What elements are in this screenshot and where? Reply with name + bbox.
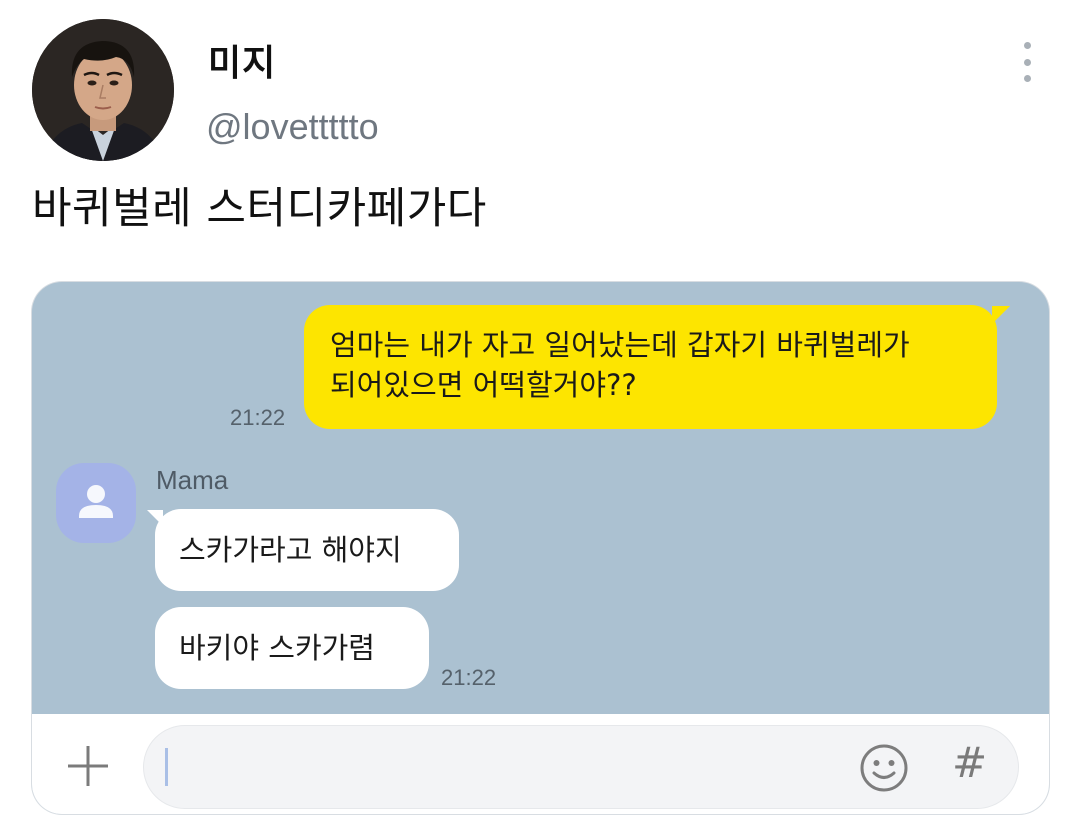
sent-message-bubble: 엄마는 내가 자고 일어났는데 갑자기 바퀴벌레가 되어있으면 어떡할거야??	[304, 305, 997, 429]
post-text: 바퀴벌레 스터디카페가다	[32, 184, 487, 234]
post-page: 미지 @lovettttto 바퀴벌레 스터디카페가다 엄마는 내가 자고 일어…	[0, 0, 1080, 839]
attach-button[interactable]	[66, 744, 110, 788]
received-message-bubble: 스카가라고 해야지	[155, 509, 459, 591]
message-input-bar: #	[32, 714, 1049, 814]
default-profile-icon	[79, 485, 113, 518]
contact-name: Mama	[156, 465, 229, 495]
message-input-field[interactable]: #	[143, 725, 1019, 809]
more-vertical-icon	[1023, 42, 1031, 49]
plus-icon	[68, 746, 108, 786]
profile-avatar[interactable]	[32, 19, 174, 161]
received-message-time: 21:22	[441, 665, 497, 690]
display-name[interactable]: 미지	[208, 34, 276, 86]
contact-avatar[interactable]	[56, 463, 136, 543]
hash-icon[interactable]: #	[952, 738, 987, 787]
chat-screenshot[interactable]: 엄마는 내가 자고 일어났는데 갑자기 바퀴벌레가 되어있으면 어떡할거야?? …	[32, 282, 1049, 814]
sent-message-time: 21:22	[230, 405, 286, 430]
text-caret	[165, 748, 168, 786]
emoji-icon	[860, 744, 908, 792]
sent-message-line: 되어있으면 어떡할거야??	[330, 368, 637, 402]
more-vertical-icon-dot	[1023, 58, 1031, 66]
user-handle[interactable]: @lovettttto	[206, 106, 379, 148]
more-options-button[interactable]	[1014, 42, 1040, 82]
received-message-bubble: 바키야 스카가렴	[155, 607, 429, 689]
sent-message-line: 엄마는 내가 자고 일어났는데 갑자기 바퀴벌레가	[330, 328, 910, 362]
emoji-button[interactable]	[858, 742, 910, 794]
more-vertical-icon-dot	[1023, 75, 1031, 82]
